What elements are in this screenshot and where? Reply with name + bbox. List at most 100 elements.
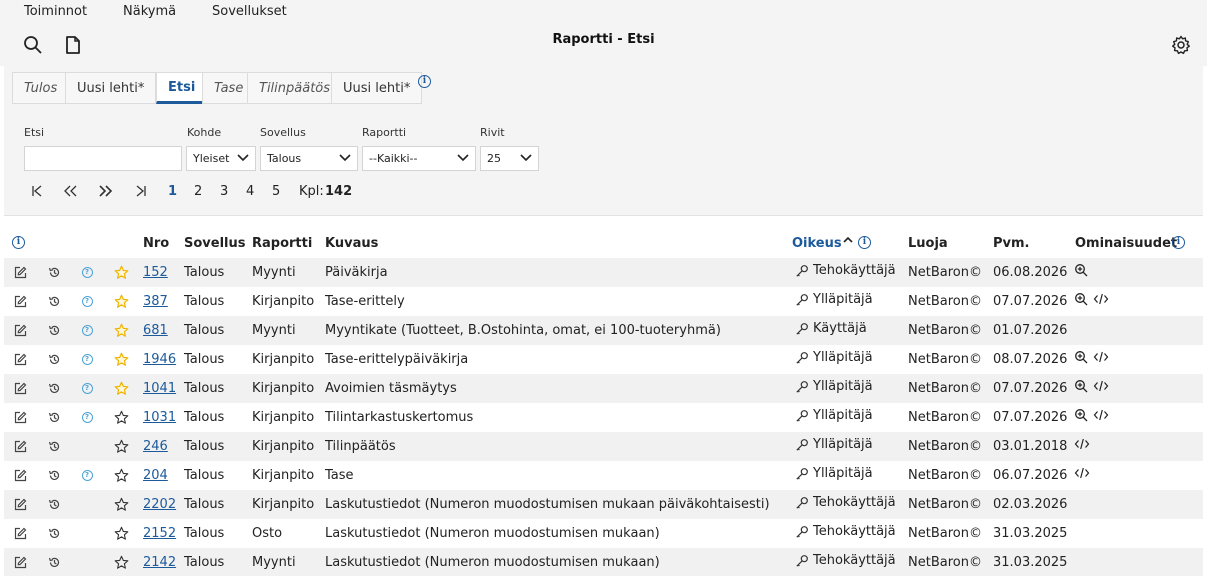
table-row[interactable]: ? 204 Talous Kirjanpito Tase Ylläpitäjä NetBar…: [4, 461, 1203, 490]
star-icon[interactable]: [113, 409, 129, 425]
history-icon[interactable]: [46, 438, 62, 454]
star-icon[interactable]: [113, 264, 129, 280]
col-sovellus[interactable]: Sovellus: [184, 236, 246, 251]
sort-asc-icon[interactable]: [843, 234, 853, 249]
page-3[interactable]: 3: [220, 184, 228, 199]
help-icon[interactable]: ?: [79, 322, 95, 338]
edit-icon[interactable]: [12, 293, 28, 309]
menu-toiminnot[interactable]: Toiminnot: [24, 4, 87, 19]
help-icon[interactable]: ?: [79, 293, 95, 309]
table-row[interactable]: 2152 Talous Osto Laskutustiedot (Numeron mu…: [4, 519, 1203, 548]
menu-sovellukset[interactable]: Sovellukset: [212, 4, 287, 19]
table-row[interactable]: ? 1946 Talous Kirjanpito Tase-erittelypäiväk…: [4, 345, 1203, 374]
star-icon[interactable]: [113, 438, 129, 454]
page-5[interactable]: 5: [272, 184, 280, 199]
edit-icon[interactable]: [12, 351, 28, 367]
star-icon[interactable]: [113, 554, 129, 570]
edit-icon[interactable]: [12, 322, 28, 338]
col-oikeus[interactable]: Oikeus: [792, 236, 842, 251]
page-1[interactable]: 1: [168, 184, 177, 199]
nro-link[interactable]: 387: [143, 294, 168, 309]
edit-icon[interactable]: [12, 496, 28, 512]
nro-link[interactable]: 152: [143, 265, 168, 280]
zoom-icon[interactable]: [1074, 263, 1088, 277]
code-icon[interactable]: [1093, 292, 1109, 306]
tab-uusi-lehti-1[interactable]: Uusi lehti*: [65, 72, 157, 104]
nro-link[interactable]: 681: [143, 323, 168, 338]
code-icon[interactable]: [1074, 437, 1090, 451]
nro-link[interactable]: 246: [143, 439, 168, 454]
star-icon[interactable]: [113, 293, 129, 309]
rivit-select[interactable]: 25: [480, 146, 539, 171]
star-icon[interactable]: [113, 525, 129, 541]
tab-uusi-lehti-2[interactable]: Uusi lehti*: [331, 72, 423, 104]
kohde-select[interactable]: Yleiset: [186, 146, 256, 171]
zoom-icon[interactable]: [1074, 292, 1088, 306]
star-icon[interactable]: [113, 351, 129, 367]
page-2[interactable]: 2: [194, 184, 202, 199]
nro-link[interactable]: 1031: [143, 410, 176, 425]
history-icon[interactable]: [46, 496, 62, 512]
first-page-icon[interactable]: [30, 184, 44, 202]
history-icon[interactable]: [46, 409, 62, 425]
edit-icon[interactable]: [12, 467, 28, 483]
gear-icon[interactable]: [1168, 32, 1194, 58]
prev-pages-icon[interactable]: [62, 184, 78, 202]
nro-link[interactable]: 1946: [143, 352, 176, 367]
table-row[interactable]: ? 152 Talous Myynti Päiväkirja Tehokäyttäjä Ne…: [4, 258, 1203, 287]
table-row[interactable]: ? 1031 Talous Kirjanpito Tilintarkastuskerto…: [4, 403, 1203, 432]
next-pages-icon[interactable]: [98, 184, 114, 202]
zoom-icon[interactable]: [1074, 379, 1088, 393]
nro-link[interactable]: 1041: [143, 381, 176, 396]
history-icon[interactable]: [46, 351, 62, 367]
tab-etsi[interactable]: Etsi: [156, 72, 208, 104]
table-row[interactable]: ? 1041 Talous Kirjanpito Avoimien täsmäytys Y…: [4, 374, 1203, 403]
col-ominaisuudet[interactable]: Ominaisuudet: [1075, 236, 1177, 251]
col-nro[interactable]: Nro: [143, 236, 169, 251]
zoom-icon[interactable]: [1074, 350, 1088, 364]
history-icon[interactable]: [46, 322, 62, 338]
edit-icon[interactable]: [12, 438, 28, 454]
history-icon[interactable]: [46, 525, 62, 541]
table-row[interactable]: 2202 Talous Kirjanpito Laskutustiedot (Nume…: [4, 490, 1203, 519]
history-icon[interactable]: [46, 380, 62, 396]
star-icon[interactable]: [113, 496, 129, 512]
nro-link[interactable]: 2152: [143, 526, 176, 541]
col-pvm[interactable]: Pvm.: [993, 236, 1030, 251]
oikeus-info-icon[interactable]: i: [858, 236, 871, 249]
code-icon[interactable]: [1093, 350, 1109, 364]
help-icon[interactable]: ?: [79, 467, 95, 483]
tab-tilinpaatos[interactable]: Tilinpäätös: [247, 72, 343, 104]
help-icon[interactable]: ?: [79, 409, 95, 425]
edit-icon[interactable]: [12, 554, 28, 570]
ominaisuudet-info-icon[interactable]: i: [1172, 236, 1185, 249]
code-icon[interactable]: [1093, 379, 1109, 393]
nro-link[interactable]: 2142: [143, 555, 176, 570]
table-row[interactable]: 246 Talous Kirjanpito Tilinpäätös Ylläpitäjä…: [4, 432, 1203, 461]
search-input[interactable]: [24, 146, 182, 171]
nro-link[interactable]: 2202: [143, 497, 176, 512]
last-page-icon[interactable]: [134, 184, 148, 202]
table-row[interactable]: ? 387 Talous Kirjanpito Tase-erittely Ylläpit…: [4, 287, 1203, 316]
menu-nakyma[interactable]: Näkymä: [123, 4, 176, 19]
col-raportti[interactable]: Raportti: [252, 236, 312, 251]
table-row[interactable]: ? 681 Talous Myynti Myyntikate (Tuotteet, B.…: [4, 316, 1203, 345]
edit-icon[interactable]: [12, 380, 28, 396]
help-icon[interactable]: ?: [79, 264, 95, 280]
col-kuvaus[interactable]: Kuvaus: [325, 236, 378, 251]
star-icon[interactable]: [113, 380, 129, 396]
col-luoja[interactable]: Luoja: [908, 236, 948, 251]
edit-icon[interactable]: [12, 409, 28, 425]
info-icon[interactable]: i: [12, 236, 25, 249]
code-icon[interactable]: [1093, 408, 1109, 422]
history-icon[interactable]: [46, 554, 62, 570]
nro-link[interactable]: 204: [143, 468, 168, 483]
history-icon[interactable]: [46, 264, 62, 280]
help-icon[interactable]: ?: [79, 351, 95, 367]
page-4[interactable]: 4: [246, 184, 254, 199]
info-icon[interactable]: i: [418, 75, 431, 88]
star-icon[interactable]: [113, 322, 129, 338]
star-icon[interactable]: [113, 467, 129, 483]
help-icon[interactable]: ?: [79, 380, 95, 396]
code-icon[interactable]: [1074, 466, 1090, 480]
